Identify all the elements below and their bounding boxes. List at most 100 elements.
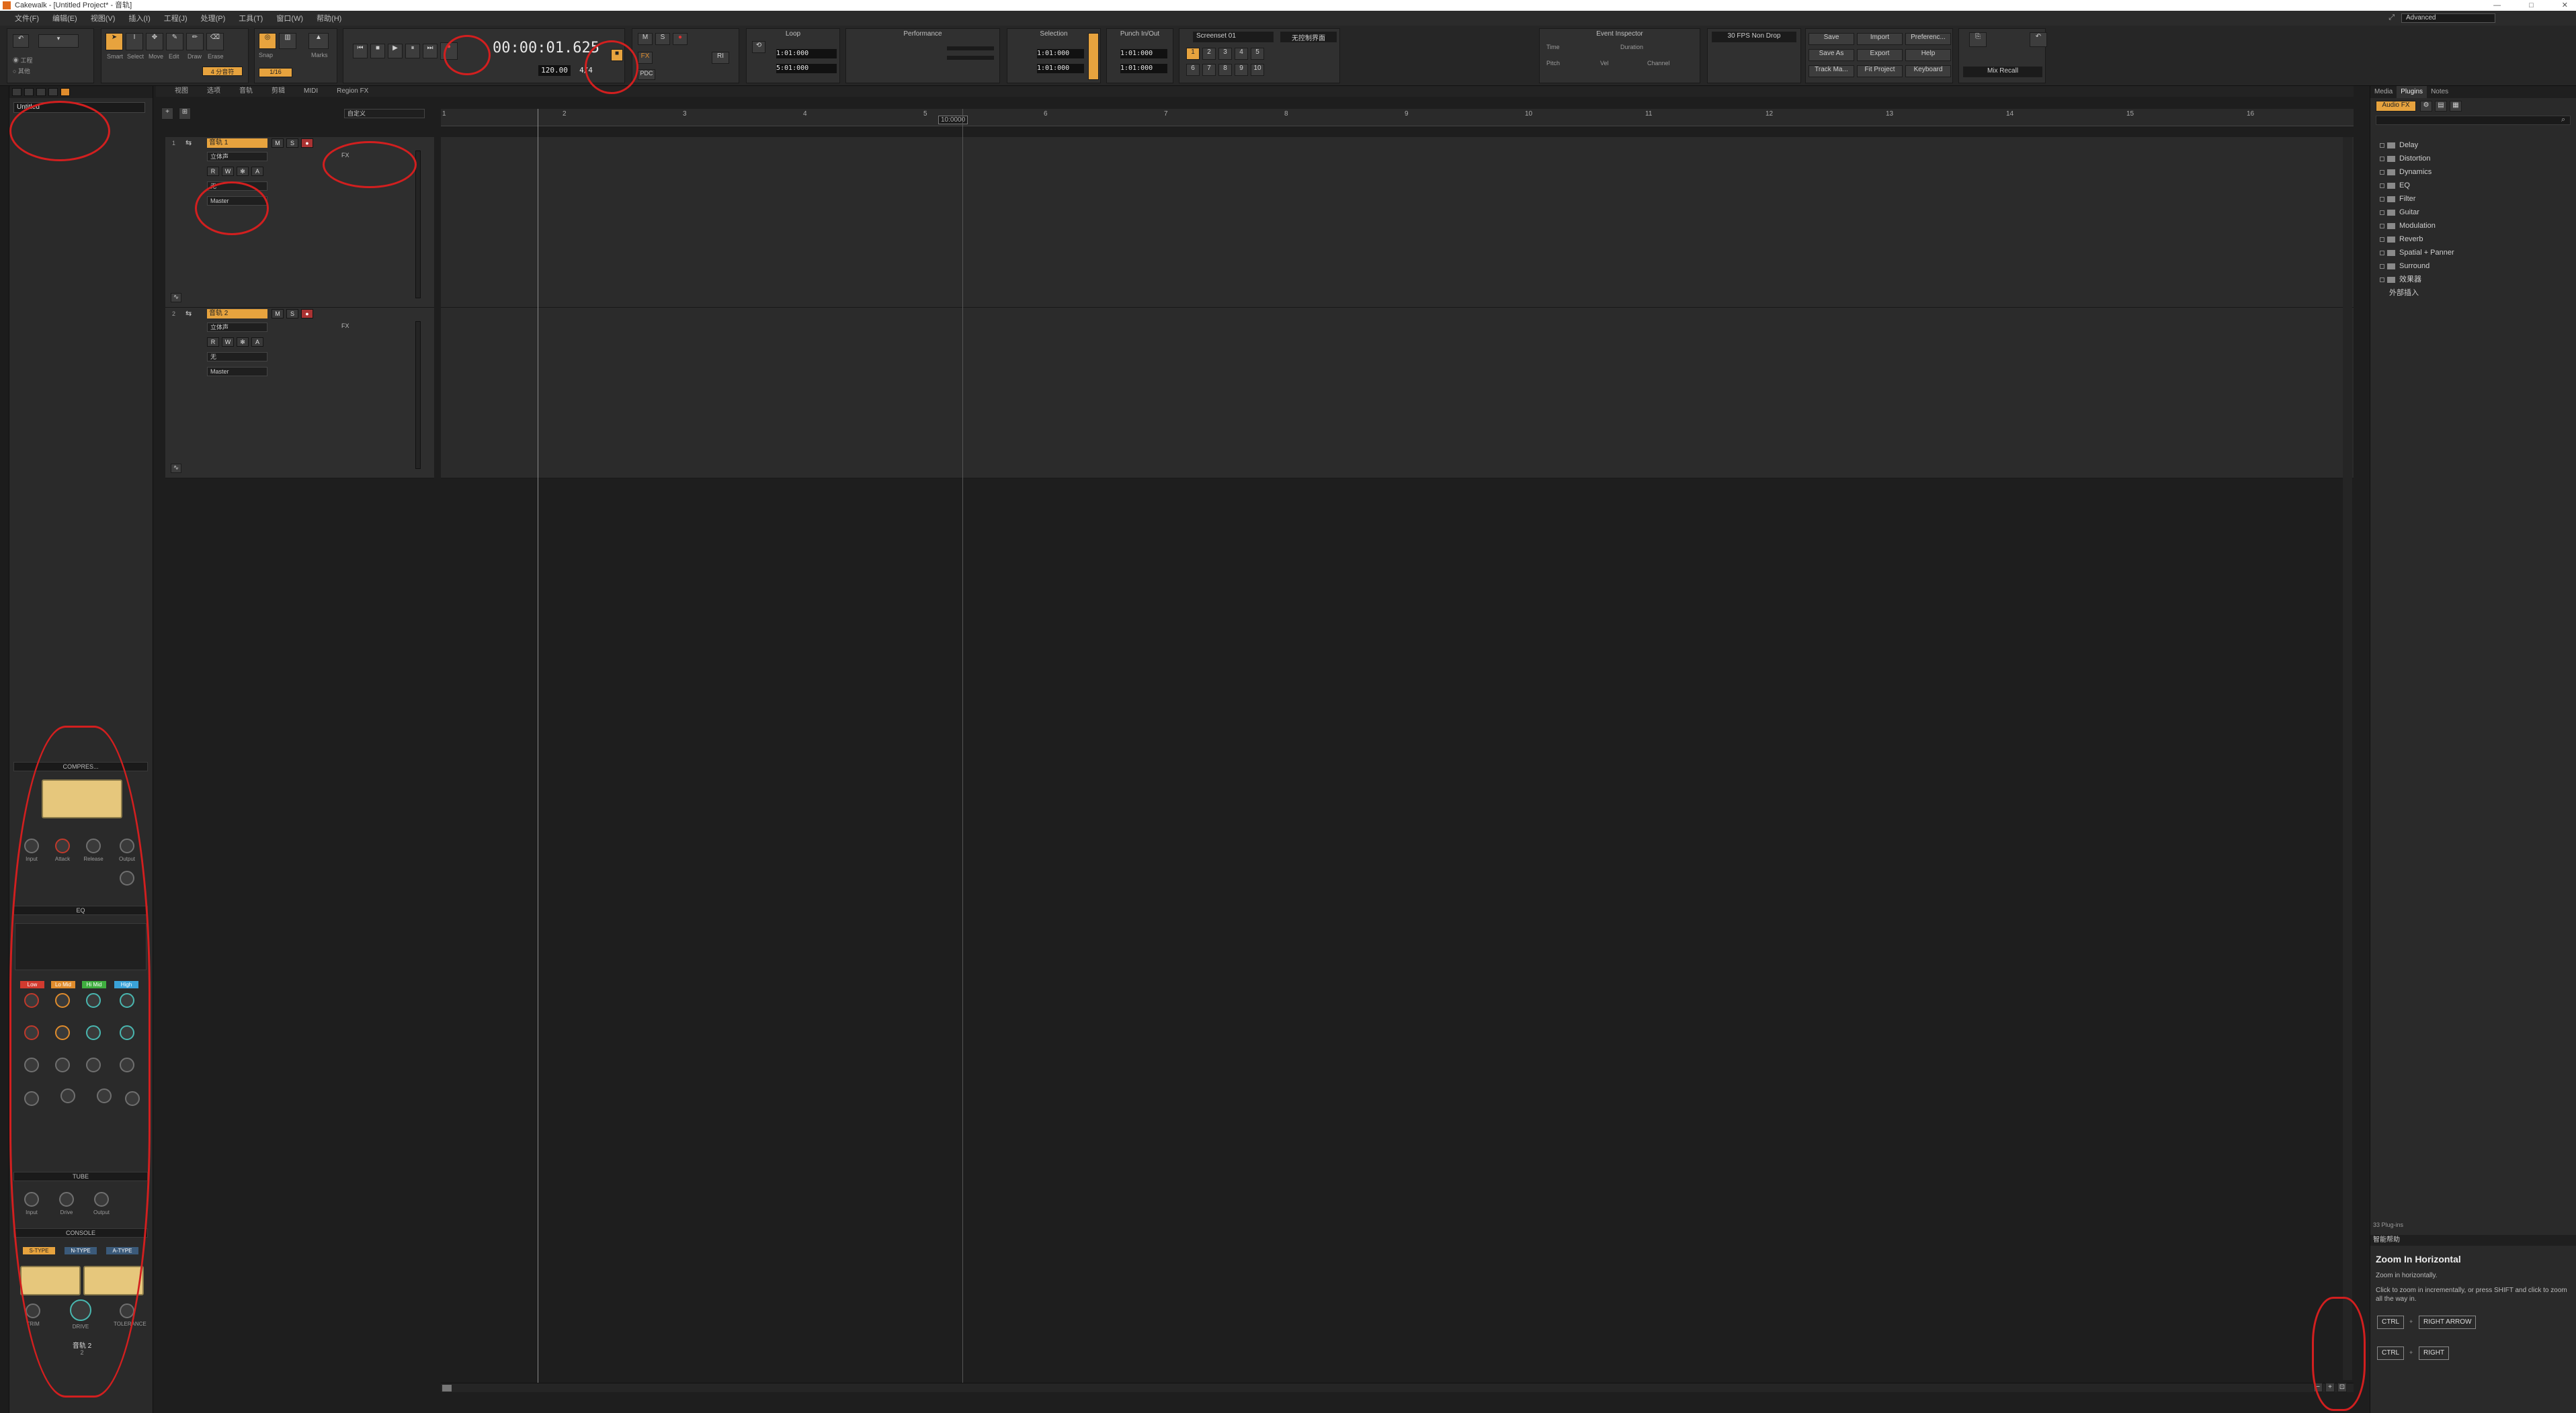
eq-lomid-freq-knob[interactable] <box>55 993 70 1008</box>
eq-high-freq-knob[interactable] <box>120 993 134 1008</box>
plugin-folder-effects[interactable]: 效果器 <box>2380 274 2421 285</box>
control-surface-select[interactable]: 无控制界面 <box>1280 32 1337 42</box>
console-drive-knob[interactable] <box>70 1299 91 1321</box>
screenset-select[interactable]: Screenset 01 <box>1193 32 1274 42</box>
eq-low-freq-knob[interactable] <box>24 993 39 1008</box>
zoom-out-horizontal-icon[interactable]: − <box>2313 1383 2323 1392</box>
inspector-tab-track[interactable] <box>12 88 22 96</box>
selection-lock-button[interactable] <box>1088 33 1099 80</box>
strip-name[interactable]: 音轨 2 <box>50 1340 114 1350</box>
eq-high-gain-knob[interactable] <box>120 1058 134 1072</box>
menu-view[interactable]: 视图(V) <box>91 13 116 24</box>
stop-button[interactable]: ■ <box>370 44 385 58</box>
add-track-button[interactable]: + <box>161 108 173 120</box>
eq-band-lomid[interactable]: Lo Mid <box>51 981 75 988</box>
eq-band-low[interactable]: Low <box>20 981 44 988</box>
plugin-search-input[interactable] <box>2376 116 2571 125</box>
track-1-input-echo-button[interactable]: R <box>207 167 219 176</box>
eq-lomid-gain-knob[interactable] <box>55 1058 70 1072</box>
screenset-slot-1[interactable]: 1 <box>1186 48 1200 60</box>
browser-tab-plugins[interactable]: Plugins <box>2397 86 2427 98</box>
track-2-clip-lane[interactable] <box>441 308 2354 478</box>
timeline-ruler[interactable]: 1 2 3 4 5 6 7 8 9 10 11 12 13 14 15 16 1… <box>441 109 2354 126</box>
track-1-freeze-button[interactable]: ✻ <box>237 167 249 176</box>
track-1-mode-select[interactable]: 立体声 <box>207 152 267 161</box>
eq-hp-knob[interactable] <box>24 1091 39 1106</box>
track-2-header[interactable]: 2 ⇆ 音轨 2 M S ● 立体声 R W ✻ A 无 Master FX ∿ <box>165 308 434 478</box>
track-2-write-button[interactable]: W <box>222 337 234 347</box>
eq-band-himid[interactable]: Hi Mid <box>82 981 106 988</box>
eq-himid-freq-knob[interactable] <box>86 993 101 1008</box>
eq-lp-knob[interactable] <box>125 1091 140 1106</box>
snap-mode-button[interactable]: ▥ <box>279 33 296 49</box>
mix-recall-select[interactable]: Mix Recall <box>1963 67 2042 77</box>
track-view-customize[interactable]: 自定义 <box>344 109 425 118</box>
tv-menu-midi[interactable]: MIDI <box>304 86 318 97</box>
search-icon[interactable]: ⌕ <box>2561 116 2565 124</box>
track-1-header[interactable]: 1 ⇆ 音轨 1 M S ● 立体声 R W ✻ A 无 Master FX ∿ <box>165 137 434 308</box>
console-atype-button[interactable]: A-TYPE <box>106 1247 138 1254</box>
track-2-mode-select[interactable]: 立体声 <box>207 323 267 332</box>
plugin-folder-guitar[interactable]: Guitar <box>2380 207 2419 218</box>
marker-flag[interactable]: 10:0000 <box>938 116 968 124</box>
track-2-name[interactable]: 音轨 2 <box>207 309 267 318</box>
snap-quarter-button[interactable]: 4 分音符 <box>202 67 243 76</box>
keyboard-button[interactable]: Keyboard <box>1905 65 1951 77</box>
arm-all-button[interactable]: ● <box>673 33 688 45</box>
menu-file[interactable]: 文件(F) <box>15 13 39 24</box>
smart-tool-button[interactable]: ➤ <box>106 33 123 50</box>
screenset-slot-3[interactable]: 3 <box>1218 48 1232 60</box>
eq-himid-q-knob[interactable] <box>86 1025 101 1040</box>
console-stype-button[interactable]: S-TYPE <box>23 1247 55 1254</box>
tube-drive-knob[interactable] <box>59 1192 74 1207</box>
plugin-folder-delay[interactable]: Delay <box>2380 140 2418 151</box>
audio-fx-select[interactable]: Audio FX <box>2376 101 2416 112</box>
console-ntype-button[interactable]: N-TYPE <box>65 1247 97 1254</box>
tv-menu-options[interactable]: 选项 <box>207 86 220 97</box>
rewind-button[interactable]: ⏮ <box>353 44 368 58</box>
plugin-folder-spatial[interactable]: Spatial + Panner <box>2380 247 2454 258</box>
fast-forward-button[interactable]: ⏭ <box>423 44 438 58</box>
eq-high-q-knob[interactable] <box>120 1025 134 1040</box>
move-tool-button[interactable]: ✥ <box>146 33 163 50</box>
track-2-output-select[interactable]: Master <box>207 367 267 376</box>
eq-graph[interactable] <box>15 923 147 970</box>
scrollbar-thumb[interactable] <box>442 1385 452 1391</box>
select-tool-button[interactable]: I <box>126 33 143 50</box>
minimize-button[interactable]: — <box>2493 0 2501 11</box>
compressor-attack-knob[interactable] <box>55 839 70 853</box>
track-2-input-select[interactable]: 无 <box>207 352 267 361</box>
fx-bypass-button[interactable]: FX <box>638 52 653 64</box>
menu-window[interactable]: 窗口(W) <box>276 13 303 24</box>
screenset-slot-7[interactable]: 7 <box>1202 64 1216 76</box>
save-as-button[interactable]: Save As <box>1809 49 1854 61</box>
menu-project[interactable]: 工程(J) <box>164 13 188 24</box>
expand-icon[interactable]: ⤢ <box>2388 13 2395 22</box>
preferences-button[interactable]: Preferenc... <box>1905 33 1951 45</box>
loop-toggle-button[interactable]: ⟲ <box>752 41 765 53</box>
track-2-mute-button[interactable]: M <box>272 309 284 318</box>
draw-tool-button[interactable]: ✏ <box>186 33 204 50</box>
record-button[interactable]: ● <box>440 42 458 60</box>
plugin-folder-reverb[interactable]: Reverb <box>2380 234 2423 245</box>
tv-menu-clip[interactable]: 剪辑 <box>272 86 285 97</box>
selection-start[interactable]: 1:01:000 <box>1037 49 1084 58</box>
solo-all-button[interactable]: S <box>655 33 670 45</box>
loop-end[interactable]: 5:01:000 <box>776 64 837 73</box>
play-button[interactable]: ▶ <box>388 44 403 58</box>
fit-project-button[interactable]: Fit Project <box>1857 65 1903 77</box>
menu-process[interactable]: 处理(P) <box>201 13 226 24</box>
workspace-preset-select[interactable]: ▾ <box>38 34 79 48</box>
screenset-slot-4[interactable]: 4 <box>1235 48 1248 60</box>
screenset-slot-2[interactable]: 2 <box>1202 48 1216 60</box>
erase-tool-button[interactable]: ⌫ <box>206 33 224 50</box>
track-1-name[interactable]: 音轨 1 <box>207 138 267 148</box>
track-1-arm-button[interactable]: ● <box>301 138 313 148</box>
compressor-input-knob[interactable] <box>24 839 39 853</box>
workspace-select[interactable]: Advanced <box>2401 13 2495 23</box>
plugin-view-icon[interactable]: ▦ <box>2450 101 2462 112</box>
menu-edit[interactable]: 编辑(E) <box>52 13 77 24</box>
horizontal-scrollbar[interactable] <box>441 1383 2354 1392</box>
help-button[interactable]: Help <box>1905 49 1951 61</box>
zoom-fit-icon[interactable]: ⊡ <box>2337 1383 2347 1392</box>
